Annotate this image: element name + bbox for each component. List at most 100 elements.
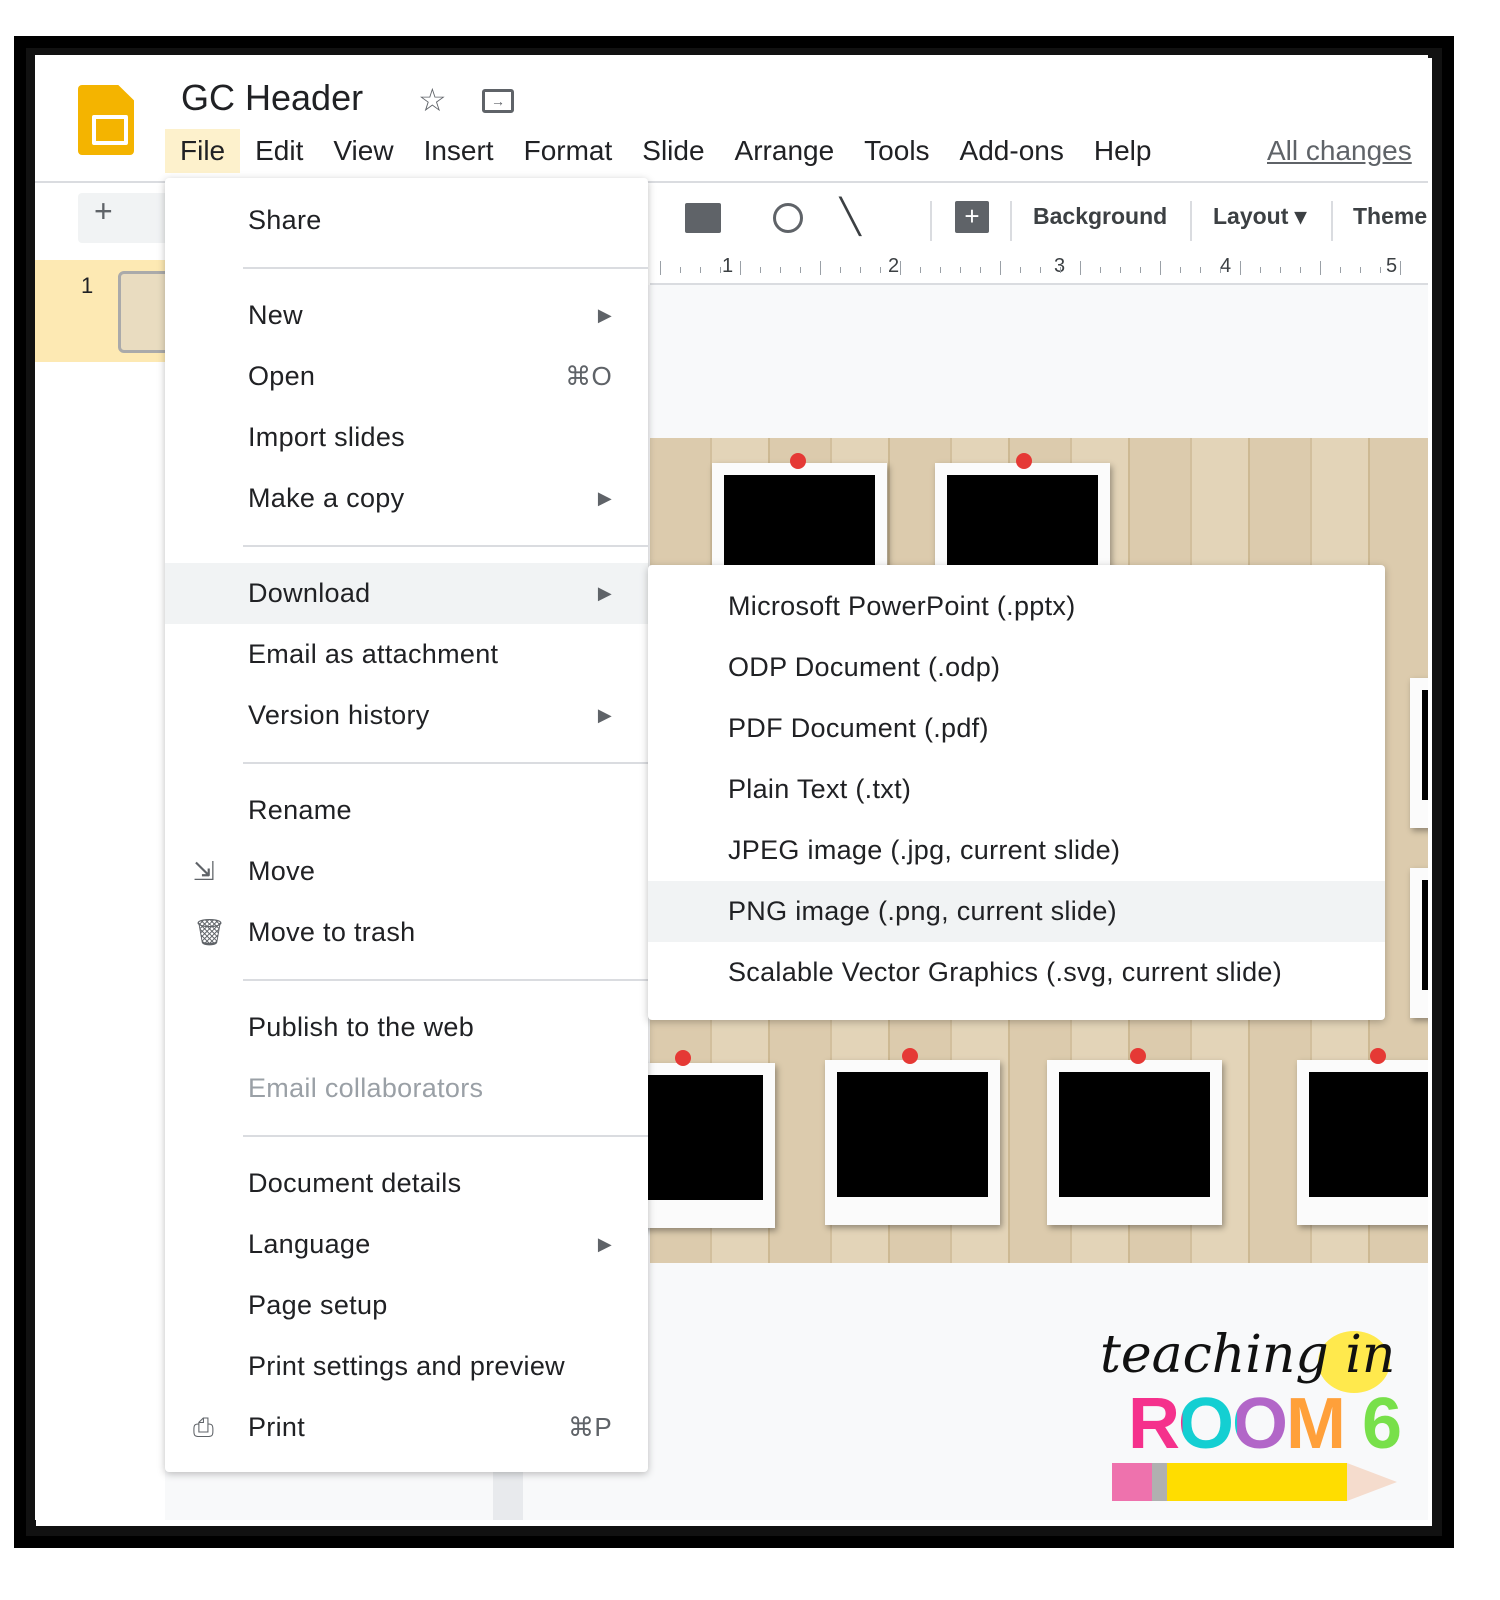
- ruler-tick: [1220, 267, 1221, 273]
- ruler-label: 1: [722, 255, 734, 277]
- menu-item-publish-to-the-web[interactable]: Publish to the web: [165, 997, 648, 1058]
- menu-item-rename[interactable]: Rename: [165, 780, 648, 841]
- menu-item-label: Print: [248, 1412, 306, 1442]
- menu-item-png-image-png-current-slide[interactable]: PNG image (.png, current slide): [648, 881, 1385, 942]
- polaroid-frame: [1297, 1060, 1428, 1225]
- image-icon[interactable]: [685, 203, 721, 233]
- menu-item-move-to-trash[interactable]: Move to trash 🗑: [165, 902, 648, 963]
- menu-item-label: Print settings and preview: [248, 1351, 565, 1381]
- menu-item-label: Move: [248, 856, 316, 886]
- polaroid-frame: [1410, 868, 1428, 1018]
- ruler-tick: [1200, 267, 1201, 273]
- menu-item-label: Version history: [248, 700, 430, 730]
- new-slide-button[interactable]: +: [78, 193, 168, 243]
- menu-item-import-slides[interactable]: Import slides: [165, 407, 648, 468]
- menu-item-document-details[interactable]: Document details: [165, 1153, 648, 1214]
- submenu-arrow-icon: ▶: [597, 1234, 612, 1254]
- menu-separator: [165, 746, 648, 780]
- pin-icon: [1130, 1048, 1146, 1064]
- download-submenu: Microsoft PowerPoint (.pptx) ODP Document…: [648, 565, 1385, 1020]
- menu-item-microsoft-powerpoint-pptx[interactable]: Microsoft PowerPoint (.pptx): [648, 576, 1385, 637]
- ruler-tick: [1240, 261, 1241, 275]
- menu-item-label: Scalable Vector Graphics (.svg, current …: [728, 957, 1283, 987]
- pin-icon: [675, 1050, 691, 1066]
- ruler-tick: [780, 267, 781, 273]
- menu-item-open[interactable]: Open ⌘O: [165, 346, 648, 407]
- menu-insert[interactable]: Insert: [409, 129, 509, 173]
- pencil-eraser: [1112, 1463, 1152, 1501]
- menu-slide[interactable]: Slide: [627, 129, 719, 173]
- menu-item-email-collaborators[interactable]: Email collaborators: [165, 1058, 648, 1119]
- menu-item-label: Language: [248, 1229, 371, 1259]
- ruler-tick: [1140, 267, 1141, 273]
- menu-item-print-settings-and-preview[interactable]: Print settings and preview: [165, 1336, 648, 1397]
- menu-item-scalable-vector-graphics-svg-current-slide[interactable]: Scalable Vector Graphics (.svg, current …: [648, 942, 1385, 1003]
- menu-item-pdf-document-pdf[interactable]: PDF Document (.pdf): [648, 698, 1385, 759]
- ruler-tick: [1120, 267, 1121, 273]
- filmstrip: [35, 260, 165, 1520]
- submenu-arrow-icon: ▶: [597, 305, 612, 325]
- shape-icon[interactable]: [773, 203, 803, 233]
- add-comment-icon[interactable]: +: [955, 201, 989, 233]
- pin-icon: [1016, 453, 1032, 469]
- menu-item-email-as-attachment[interactable]: Email as attachment: [165, 624, 648, 685]
- folder-move-icon: ⇲: [193, 856, 216, 886]
- theme-button[interactable]: Theme: [1353, 203, 1427, 230]
- background-button[interactable]: Background: [1033, 203, 1167, 230]
- star-icon[interactable]: ☆: [418, 81, 447, 119]
- menu-add-ons[interactable]: Add-ons: [945, 129, 1079, 173]
- ruler-tick: [660, 261, 661, 275]
- menu-edit[interactable]: Edit: [240, 129, 318, 173]
- pencil-body: [1167, 1463, 1347, 1501]
- move-folder-icon[interactable]: →: [482, 89, 514, 113]
- ruler-tick: [1280, 267, 1281, 273]
- menu-tools[interactable]: Tools: [849, 129, 944, 173]
- ruler-tick: [1320, 261, 1321, 275]
- pin-icon: [902, 1048, 918, 1064]
- divider: [930, 201, 932, 241]
- ruler-tick: [720, 267, 721, 273]
- document-title[interactable]: GC Header: [181, 77, 363, 119]
- menu-format[interactable]: Format: [509, 129, 628, 173]
- ruler-tick: [740, 261, 741, 275]
- menu-item-language[interactable]: Language ▶: [165, 1214, 648, 1275]
- menu-separator: [165, 529, 648, 563]
- menu-item-version-history[interactable]: Version history ▶: [165, 685, 648, 746]
- menu-item-label: ODP Document (.odp): [728, 652, 1001, 682]
- save-status-link[interactable]: All changes: [1267, 135, 1412, 167]
- menu-item-plain-text-txt[interactable]: Plain Text (.txt): [648, 759, 1385, 820]
- slides-logo-icon[interactable]: [78, 85, 134, 155]
- ruler-label: 4: [1220, 255, 1232, 277]
- ruler-tick: [1260, 267, 1261, 273]
- trash-icon: 🗑: [193, 917, 227, 947]
- menu-item-odp-document-odp[interactable]: ODP Document (.odp): [648, 637, 1385, 698]
- menu-item-make-a-copy[interactable]: Make a copy ▶: [165, 468, 648, 529]
- menu-item-print[interactable]: Print ⎙ ⌘P: [165, 1397, 648, 1458]
- menu-separator: [165, 963, 648, 997]
- layout-button[interactable]: Layout ▾: [1213, 203, 1306, 230]
- menu-item-jpeg-image-jpg-current-slide[interactable]: JPEG image (.jpg, current slide): [648, 820, 1385, 881]
- menu-help[interactable]: Help: [1079, 129, 1167, 173]
- menu-item-label: Email collaborators: [248, 1073, 484, 1103]
- line-icon[interactable]: ╲: [840, 197, 860, 237]
- menu-item-label: JPEG image (.jpg, current slide): [728, 835, 1121, 865]
- menu-file[interactable]: File: [165, 129, 241, 173]
- menu-item-new[interactable]: New ▶: [165, 285, 648, 346]
- printer-icon: ⎙: [193, 1411, 215, 1442]
- menu-item-label: Email as attachment: [248, 639, 499, 669]
- ruler-label: 2: [888, 255, 900, 277]
- scrollbar[interactable]: [493, 1472, 523, 1520]
- menu-item-label: PNG image (.png, current slide): [728, 896, 1117, 926]
- menu-item-download[interactable]: Download ▶: [165, 563, 648, 624]
- menu-item-page-setup[interactable]: Page setup: [165, 1275, 648, 1336]
- menu-arrange[interactable]: Arrange: [720, 129, 850, 173]
- menu-separator: [165, 251, 648, 285]
- menubar: File Edit View Insert Format Slide Arrange Tool…: [165, 129, 1166, 173]
- menu-view[interactable]: View: [318, 129, 408, 173]
- menu-item-label: Download: [248, 578, 371, 608]
- menu-shortcut: ⌘O: [565, 361, 612, 391]
- menu-item-move[interactable]: Move ⇲: [165, 841, 648, 902]
- submenu-arrow-icon: ▶: [597, 705, 612, 725]
- menu-item-share[interactable]: Share: [165, 190, 648, 251]
- menu-item-label: Plain Text (.txt): [728, 774, 912, 804]
